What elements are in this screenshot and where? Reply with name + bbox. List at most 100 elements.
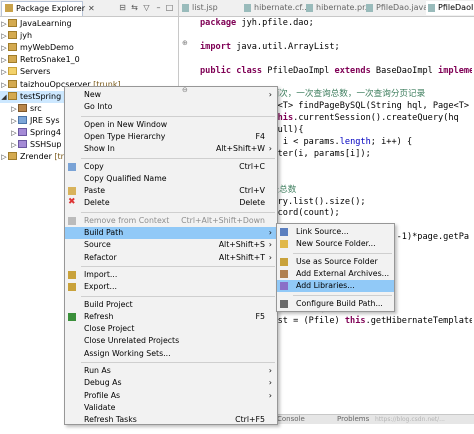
code-token: extends <box>334 65 371 76</box>
fold-marker-icon[interactable]: ⊖ <box>182 87 189 94</box>
view-menu-icon[interactable]: ▽ <box>142 3 151 12</box>
menu-item-label: New <box>84 90 102 99</box>
menu-item-paste[interactable]: Paste Ctrl+V <box>65 185 277 197</box>
menu-item-copy[interactable]: Copy Ctrl+C <box>65 161 277 173</box>
menu-item-import[interactable]: Import... <box>65 269 277 281</box>
code-line: public class PfileDaoImpl extends BaseDa… <box>200 65 472 77</box>
editor-tab[interactable]: list.jsp <box>180 1 218 15</box>
project-icon <box>8 91 17 100</box>
menu-item-label: Run As <box>84 366 111 375</box>
tree-item-label: JavaLearning <box>20 19 72 28</box>
expand-toggle-icon[interactable]: ◢ <box>0 91 8 103</box>
menu-separator <box>293 294 392 296</box>
expand-toggle-icon[interactable]: ▷ <box>10 139 18 151</box>
tree-item[interactable]: ▷ Zrender [tr <box>0 151 65 163</box>
menu-item-show-in[interactable]: Show In Alt+Shift+W › <box>65 143 277 155</box>
menu-item-close-unrelated-projects[interactable]: Close Unrelated Projects <box>65 335 277 347</box>
menu-item-run-as[interactable]: Run As › <box>65 365 277 377</box>
menu-item-debug-as[interactable]: Debug As › <box>65 377 277 389</box>
code-token: java.util.ArrayList; <box>231 41 340 52</box>
menu-item-label: Profile As <box>84 390 121 400</box>
editor-tab[interactable]: PfileDao.java <box>364 1 428 15</box>
file-icon <box>182 4 189 12</box>
expand-toggle-icon[interactable]: ▷ <box>0 151 8 163</box>
menu-separator <box>293 252 392 254</box>
menu-item-shortcut: Ctrl+C <box>239 161 265 171</box>
menu-item-source[interactable]: Source Alt+Shift+S › <box>65 239 277 251</box>
menu-item-refresh-tasks[interactable]: Refresh Tasks Ctrl+F5 <box>65 414 277 426</box>
tree-item[interactable]: ▷ jyh <box>0 30 65 42</box>
code-token: PfileDaoImpl <box>262 65 335 76</box>
tree-item[interactable]: ▷ myWebDemo <box>0 42 74 54</box>
expand-toggle-icon[interactable]: ▷ <box>0 42 8 54</box>
menu-item-go-into[interactable]: Go Into <box>65 101 277 113</box>
link-with-editor-icon[interactable]: ⇆ <box>130 3 139 12</box>
menu-item-open-in-new-window[interactable]: Open in New Window <box>65 119 277 131</box>
minimize-icon[interactable]: – <box>154 3 163 12</box>
menu-item-use-as-source-folder[interactable]: Use as Source Folder <box>277 256 394 268</box>
menu-item-label: Paste <box>84 186 106 196</box>
menu-separator <box>81 362 275 363</box>
code-token: package <box>200 18 237 28</box>
close-icon[interactable]: ✕ <box>88 4 95 13</box>
editor-tab[interactable]: hibernate.pr... <box>304 1 372 15</box>
tree-item[interactable]: ▷ JavaLearning <box>0 18 72 30</box>
menu-item-shortcut: Alt+Shift+W <box>215 144 265 154</box>
file-icon <box>306 4 313 12</box>
tree-item[interactable]: ▷ Spring4 <box>10 127 65 139</box>
project-icon <box>8 152 17 161</box>
menu-item-add-libraries[interactable]: Add Libraries... <box>277 280 394 293</box>
tree-item[interactable]: ▷ taizhouOpcserver [trunk] <box>0 79 121 91</box>
editor-tab[interactable]: hibernate.cf... <box>242 1 309 15</box>
project-icon <box>8 79 17 88</box>
expand-toggle-icon[interactable]: ▷ <box>0 18 8 30</box>
expand-toggle-icon[interactable]: ▷ <box>0 66 8 78</box>
menu-item-delete[interactable]: ✖ Delete Delete <box>65 197 277 209</box>
tree-item-suffix: [tr <box>51 152 64 162</box>
fold-marker-icon[interactable]: ⊕ <box>182 40 189 47</box>
tree-item[interactable]: ▷ SSHSup <box>10 139 65 151</box>
menu-item-export[interactable]: Export... <box>65 281 277 293</box>
menu-item-close-project[interactable]: Close Project <box>65 323 277 335</box>
tree-item[interactable]: ▷ RetroSnake1_0 <box>0 54 80 66</box>
expand-toggle-icon[interactable]: ▷ <box>10 115 18 127</box>
editor-tab-label: hibernate.cf... <box>254 3 310 12</box>
menu-item-new-source-folder[interactable]: New Source Folder... <box>277 238 394 250</box>
menu-item-validate[interactable]: Validate <box>65 402 277 414</box>
menu-item-label: Add Libraries... <box>296 281 355 291</box>
tree-item[interactable]: ◢ testSpring <box>0 90 66 103</box>
menu-item-profile-as[interactable]: Profile As › <box>65 390 277 402</box>
expand-toggle-icon[interactable]: ▷ <box>10 127 18 139</box>
maximize-icon[interactable]: □ <box>165 3 174 12</box>
menu-item-refresh[interactable]: Refresh F5 <box>65 311 277 323</box>
expand-toggle-icon[interactable]: ▷ <box>0 79 8 91</box>
menu-item-label: Refactor <box>84 252 117 262</box>
expand-toggle-icon[interactable]: ▷ <box>0 30 8 42</box>
package-explorer-tab[interactable]: Package Explorer ✕ <box>1 1 95 16</box>
collapse-all-icon[interactable]: ⊟ <box>118 3 127 12</box>
library-icon <box>18 127 27 136</box>
menu-separator <box>81 157 275 159</box>
menu-item-build-path[interactable]: Build Path › <box>65 227 277 239</box>
menu-item-link-source[interactable]: Link Source... <box>277 226 394 238</box>
menu-item-build-project[interactable]: Build Project <box>65 299 277 311</box>
menu-item-add-external-archives[interactable]: Add External Archives... <box>277 268 394 280</box>
build-path-submenu: Link Source... New Source Folder... Use as… <box>276 223 395 312</box>
menu-item-copy-qualified-name[interactable]: Copy Qualified Name <box>65 173 277 185</box>
tree-item-label: Servers <box>20 67 51 77</box>
menu-item-open-type-hierarchy[interactable]: Open Type Hierarchy F4 <box>65 131 277 143</box>
menu-item-refactor[interactable]: Refactor Alt+Shift+T › <box>65 252 277 264</box>
editor-tab[interactable]: PfileDaoI... <box>426 1 474 15</box>
expand-toggle-icon[interactable]: ▷ <box>10 103 18 115</box>
code-token: import <box>200 41 232 52</box>
expand-toggle-icon[interactable]: ▷ <box>0 54 8 66</box>
menu-item-assign-working-sets[interactable]: Assign Working Sets... <box>65 348 277 360</box>
menu-item-new[interactable]: New › <box>65 89 277 101</box>
tree-item[interactable]: ▷ Servers <box>0 66 65 78</box>
menu-item-configure-build-path[interactable]: Configure Build Path... <box>277 298 394 310</box>
tree-item[interactable]: ▷ JRE Sys <box>10 115 65 127</box>
editor-tab-label: PfileDaoI... <box>438 3 474 12</box>
menu-item-label: Export... <box>84 282 117 292</box>
tree-item[interactable]: ▷ src <box>10 103 65 115</box>
submenu-arrow-icon: › <box>268 90 272 99</box>
